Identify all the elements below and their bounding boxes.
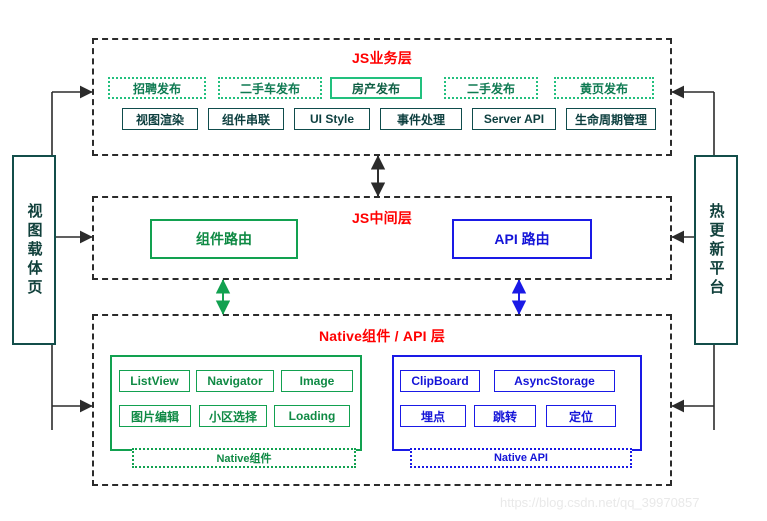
tile-capability-5-label: 生命周期管理 xyxy=(574,112,647,127)
native-component-listview-label: ListView xyxy=(130,374,179,388)
tile-business-1[interactable]: 二手车发布 xyxy=(218,77,322,99)
tile-capability-2[interactable]: UI Style xyxy=(294,108,370,130)
native-component-community-select[interactable]: 小区选择 xyxy=(199,405,267,427)
native-component-navigator-label: Navigator xyxy=(207,374,263,388)
tile-capability-3[interactable]: 事件处理 xyxy=(380,108,462,130)
tile-capability-2-label: UI Style xyxy=(309,112,354,126)
left-connector-group xyxy=(51,85,93,430)
tile-business-4[interactable]: 黄页发布 xyxy=(554,77,654,99)
native-api-clipboard-label: ClipBoard xyxy=(411,374,469,388)
native-api-asyncstorage-label: AsyncStorage xyxy=(514,374,595,388)
native-component-listview[interactable]: ListView xyxy=(119,370,190,392)
view-container-page-box[interactable]: 视图载体页 xyxy=(12,155,56,345)
native-api-tracking[interactable]: 埋点 xyxy=(400,405,466,427)
tile-capability-0[interactable]: 视图渲染 xyxy=(122,108,198,130)
tile-capability-3-label: 事件处理 xyxy=(396,112,445,127)
native-api-clipboard[interactable]: ClipBoard xyxy=(400,370,480,392)
tile-capability-4[interactable]: Server API xyxy=(472,108,556,130)
native-api-location[interactable]: 定位 xyxy=(546,405,616,427)
layer-js-business-title: JS业务层 xyxy=(351,50,413,66)
native-api-group-label: Native API xyxy=(410,448,632,468)
native-components-group-label-text: Native组件 xyxy=(216,453,272,465)
native-component-image-edit[interactable]: 图片编辑 xyxy=(119,405,191,427)
api-router-label: API 路由 xyxy=(494,231,550,247)
native-component-loading-label: Loading xyxy=(288,409,336,423)
watermark: https://blog.csdn.net/qq_39970857 xyxy=(500,495,700,510)
tile-business-4-label: 黄页发布 xyxy=(579,81,628,96)
tile-business-0-label: 招聘发布 xyxy=(132,81,181,96)
diagram-canvas: 视图载体页 热更新平台 JS业务层 招聘发布 二手车发布 房产发布 二手发布 黄… xyxy=(0,0,767,521)
layer-native-title: Native组件 / API 层 xyxy=(318,328,446,344)
native-api-location-label: 定位 xyxy=(568,409,593,424)
native-api-group-label-text: Native API xyxy=(493,452,548,464)
native-component-image[interactable]: Image xyxy=(281,370,353,392)
native-api-navigate-label: 跳转 xyxy=(492,409,517,424)
native-component-image-edit-label: 图片编辑 xyxy=(130,409,179,424)
native-api-tracking-label: 埋点 xyxy=(420,409,445,424)
tile-business-0[interactable]: 招聘发布 xyxy=(108,77,206,99)
native-component-image-label: Image xyxy=(299,374,335,388)
component-router-label: 组件路由 xyxy=(196,231,252,247)
tile-capability-0-label: 视图渲染 xyxy=(135,112,184,127)
component-router-box[interactable]: 组件路由 xyxy=(150,219,298,259)
api-router-box[interactable]: API 路由 xyxy=(452,219,592,259)
native-components-group-label: Native组件 xyxy=(132,448,356,468)
tile-business-2-label: 房产发布 xyxy=(351,81,400,96)
tile-capability-4-label: Server API xyxy=(483,112,545,126)
hot-update-platform-label: 热更新平台 xyxy=(707,202,725,298)
tile-capability-1-label: 组件串联 xyxy=(221,112,270,127)
native-api-asyncstorage[interactable]: AsyncStorage xyxy=(494,370,615,392)
tile-capability-5[interactable]: 生命周期管理 xyxy=(566,108,656,130)
tile-business-3[interactable]: 二手发布 xyxy=(444,77,538,99)
hot-update-platform-box[interactable]: 热更新平台 xyxy=(694,155,738,345)
native-api-navigate[interactable]: 跳转 xyxy=(474,405,536,427)
tile-business-3-label: 二手发布 xyxy=(466,81,515,96)
tile-business-1-label: 二手车发布 xyxy=(239,81,300,96)
native-component-navigator[interactable]: Navigator xyxy=(196,370,274,392)
tile-business-2[interactable]: 房产发布 xyxy=(330,77,422,99)
native-component-community-select-label: 小区选择 xyxy=(208,409,257,424)
native-component-loading[interactable]: Loading xyxy=(274,405,350,427)
tile-capability-1[interactable]: 组件串联 xyxy=(208,108,284,130)
view-container-page-label: 视图载体页 xyxy=(25,202,43,298)
